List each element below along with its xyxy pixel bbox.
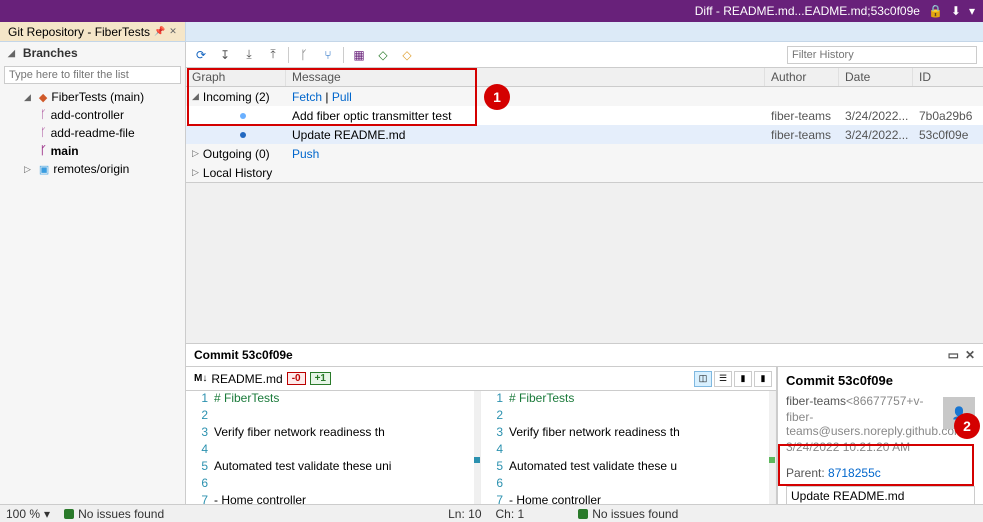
push-icon[interactable]: ⤒ <box>264 46 282 64</box>
branch-item[interactable]: ᚴ add-controller <box>0 106 185 124</box>
issues-status[interactable]: No issues found <box>78 507 164 521</box>
title-diff-text: Diff - README.md...EADME.md;53c0f09e <box>695 4 920 18</box>
title-bar: Diff - README.md...EADME.md;53c0f09e 🔒 ⬇… <box>0 0 983 22</box>
section-incoming[interactable]: ◢Incoming (2) Fetch | Pull <box>186 87 983 106</box>
code-line[interactable]: 2 <box>186 408 480 425</box>
commit-details-pane: Commit 53c0f09e ▭ ✕ M↓ README.md -0 +1 <box>186 343 983 504</box>
zoom-control[interactable]: 100 % ▾ <box>6 507 50 521</box>
col-message[interactable]: Message <box>286 68 765 86</box>
issues-status-2[interactable]: No issues found <box>592 507 678 521</box>
col-graph[interactable]: Graph <box>186 68 286 86</box>
tab-git-repository[interactable]: Git Repository - FiberTests 📌 ✕ <box>0 22 186 41</box>
view-inline[interactable]: ☰ <box>714 371 732 387</box>
branch-icon: ᚴ <box>40 109 47 121</box>
history-toolbar: ⟳ ↧ ⤓ ⤒ ᚴ ⑂ ▦ ◇ ◇ <box>186 42 983 68</box>
code-line[interactable]: 6 <box>186 476 480 493</box>
repo-icon: ◆ <box>39 91 47 104</box>
diff-file-tab[interactable]: M↓ README.md -0 +1 <box>190 370 335 388</box>
line-indicator[interactable]: Ln: 10 <box>448 507 481 521</box>
pin-icon[interactable]: 📌 <box>154 26 165 37</box>
branch-icon[interactable]: ᚴ <box>295 46 313 64</box>
col-id[interactable]: ID <box>913 68 983 86</box>
status-ok-icon <box>578 509 588 519</box>
badge-deletions: -0 <box>287 372 306 385</box>
branches-sidebar: ◢ Branches ◢ ◆ FiberTests (main) ᚴ add-c… <box>0 42 186 504</box>
code-line[interactable]: 3Verify fiber network readiness th <box>186 425 480 442</box>
filter-history-input[interactable] <box>787 46 977 64</box>
status-ok-icon <box>64 509 74 519</box>
view-prev[interactable]: ▮ <box>734 371 752 387</box>
code-line[interactable]: 4 <box>481 442 775 459</box>
commit-metadata-panel: Commit 53c0f09e 👤 fiber-teams<86677757+v… <box>777 367 983 504</box>
overflow-icon[interactable]: ▾ <box>969 4 975 18</box>
char-indicator[interactable]: Ch: 1 <box>496 507 525 521</box>
code-line[interactable]: 3Verify fiber network readiness th <box>481 425 775 442</box>
commit-message-box[interactable]: Update README.md <box>786 486 975 504</box>
fetch-link[interactable]: Fetch <box>292 90 322 104</box>
remotes-node[interactable]: ▷ ▣ remotes/origin <box>0 160 185 178</box>
code-line[interactable]: 5Automated test validate these u <box>481 459 775 476</box>
section-local-history[interactable]: ▷Local History <box>186 163 983 182</box>
view-next[interactable]: ▮ <box>754 371 772 387</box>
pull-icon[interactable]: ⤓ <box>240 46 258 64</box>
history-panel: ⟳ ↧ ⤓ ⤒ ᚴ ⑂ ▦ ◇ ◇ Graph Message Author D… <box>186 42 983 504</box>
status-bar: 100 % ▾ No issues found Ln: 10 Ch: 1 No … <box>0 504 983 522</box>
branch-item[interactable]: ᚴ add-readme-file <box>0 124 185 142</box>
down-icon[interactable]: ⬇ <box>951 4 961 18</box>
code-line[interactable]: 6 <box>481 476 775 493</box>
tag-icon[interactable]: ◇ <box>374 46 392 64</box>
expand-icon[interactable]: ▷ <box>24 164 31 175</box>
markdown-icon: M↓ <box>194 373 207 384</box>
col-date[interactable]: Date <box>839 68 913 86</box>
branch-icon: ᚴ <box>40 127 47 139</box>
commit-details-header: Commit 53c0f09e ▭ ✕ <box>186 344 983 367</box>
section-outgoing[interactable]: ▷Outgoing (0) Push <box>186 144 983 163</box>
annotation-callout-2: 2 <box>954 413 980 439</box>
commit-title: Commit 53c0f09e <box>778 367 983 394</box>
commit-row-selected[interactable]: Update README.md fiber-teams 3/24/2022..… <box>186 125 983 144</box>
parent-link[interactable]: 8718255c <box>828 466 881 480</box>
code-line[interactable]: 7- Home controller <box>481 493 775 504</box>
push-link[interactable]: Push <box>292 147 319 161</box>
filter-icon[interactable]: ▦ <box>350 46 368 64</box>
annotation-callout-1: 1 <box>484 84 510 110</box>
diff-left-pane[interactable]: 1# FiberTests23Verify fiber network read… <box>186 391 481 504</box>
diff-viewer: M↓ README.md -0 +1 ◫ ☰ ▮ ▮ <box>186 367 777 504</box>
diff-right-pane[interactable]: 1# FiberTests23Verify fiber network read… <box>481 391 776 504</box>
cloud-icon: ▣ <box>39 163 49 176</box>
commit-row[interactable]: Add fiber optic transmitter test fiber-t… <box>186 106 983 125</box>
minimize-icon[interactable]: ▭ <box>948 348 959 362</box>
refresh-icon[interactable]: ⟳ <box>192 46 210 64</box>
tab-label: Git Repository - FiberTests <box>8 25 150 39</box>
repo-node[interactable]: ◢ ◆ FiberTests (main) <box>0 88 185 106</box>
tag2-icon[interactable]: ◇ <box>398 46 416 64</box>
close-icon[interactable]: ✕ <box>169 26 177 37</box>
tab-strip: Git Repository - FiberTests 📌 ✕ <box>0 22 983 42</box>
code-line[interactable]: 7- Home controller <box>186 493 480 504</box>
badge-additions: +1 <box>310 372 331 385</box>
code-line[interactable]: 1# FiberTests <box>481 391 775 408</box>
close-icon[interactable]: ✕ <box>965 348 975 362</box>
code-line[interactable]: 2 <box>481 408 775 425</box>
code-line[interactable]: 1# FiberTests <box>186 391 480 408</box>
collapse-icon[interactable]: ◢ <box>24 92 31 103</box>
code-line[interactable]: 4 <box>186 442 480 459</box>
fetch-icon[interactable]: ↧ <box>216 46 234 64</box>
lock-icon: 🔒 <box>928 4 943 18</box>
code-line[interactable]: 5Automated test validate these uni <box>186 459 480 476</box>
history-columns: Graph Message Author Date ID <box>186 68 983 87</box>
branches-header: ◢ Branches <box>0 42 185 64</box>
merge-icon[interactable]: ⑂ <box>319 46 337 64</box>
branch-filter-input[interactable] <box>4 66 181 84</box>
col-author[interactable]: Author <box>765 68 839 86</box>
branch-item-main[interactable]: ᚴ main <box>0 142 185 160</box>
branch-icon: ᚴ <box>40 145 47 157</box>
collapse-icon[interactable]: ◢ <box>8 48 15 59</box>
view-side-by-side[interactable]: ◫ <box>694 371 712 387</box>
pull-link[interactable]: Pull <box>332 90 352 104</box>
